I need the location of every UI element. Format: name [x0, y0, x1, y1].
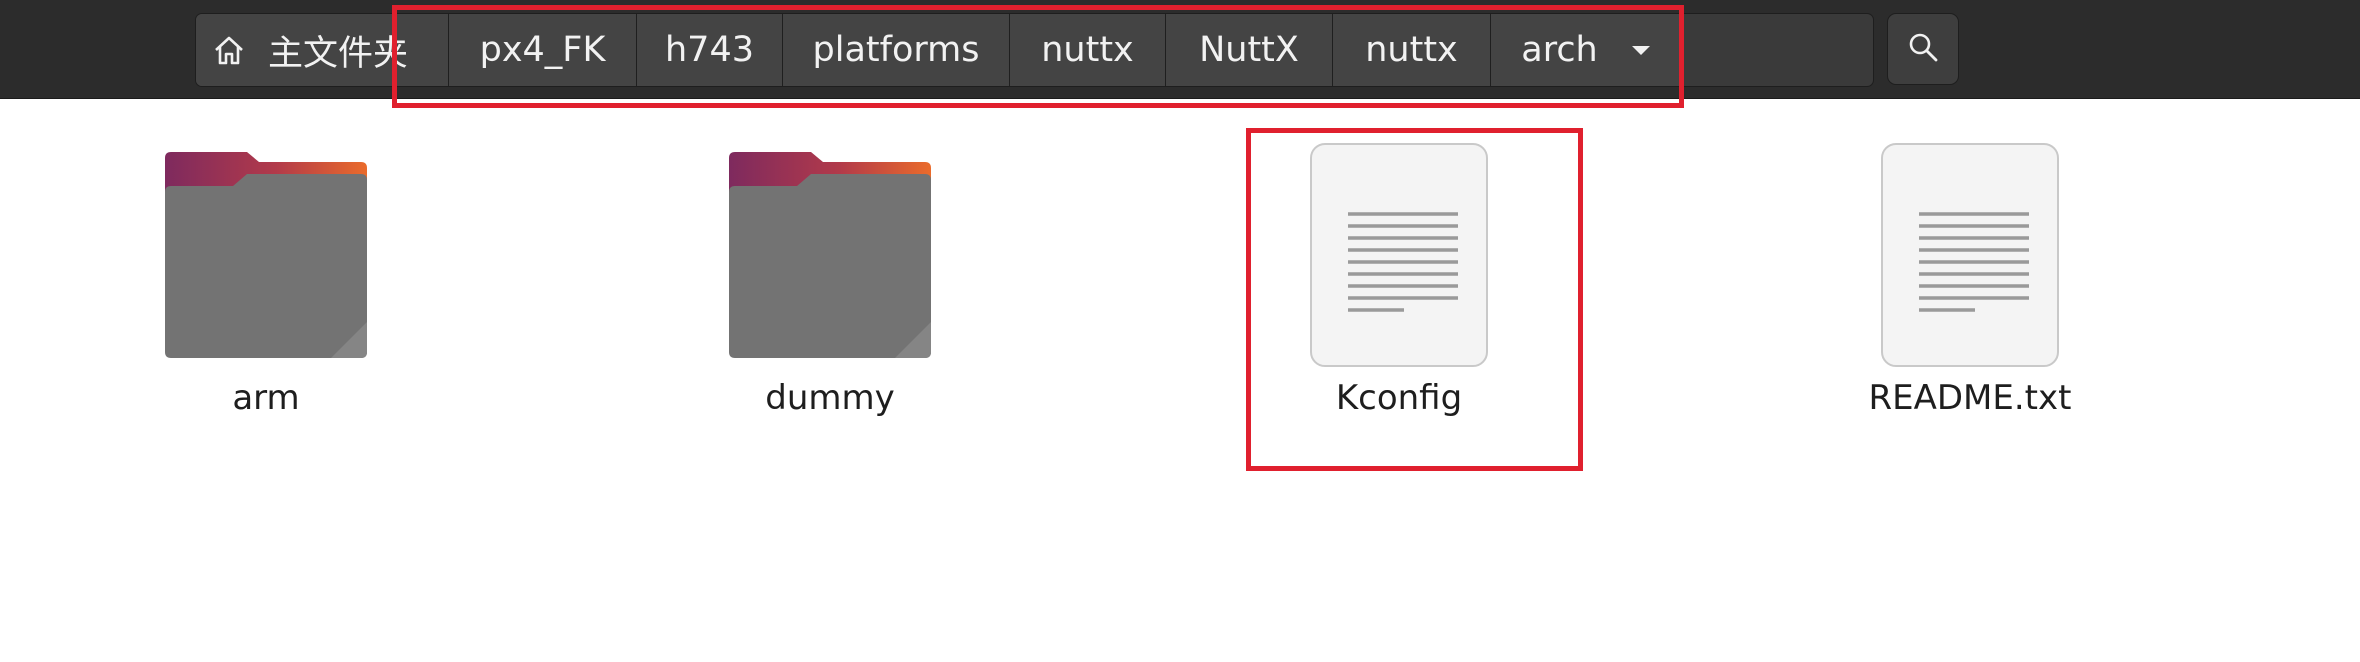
file-item-dummy[interactable]: dummy — [680, 138, 980, 418]
crumb-label: px4_FK — [479, 30, 606, 70]
crumb-home[interactable]: 主文件夹 — [196, 14, 449, 86]
text-document-icon — [1284, 138, 1514, 368]
crumb-NuttX[interactable]: NuttX — [1166, 14, 1333, 86]
crumb-h743[interactable]: h743 — [637, 14, 783, 86]
crumb-label: h743 — [665, 30, 754, 70]
crumb-px4-fk[interactable]: px4_FK — [449, 14, 637, 86]
file-item-kconfig[interactable]: Kconfig — [1249, 138, 1549, 418]
folder-icon — [151, 138, 381, 368]
search-icon — [1906, 30, 1940, 68]
text-document-icon — [1855, 138, 2085, 368]
crumb-label: nuttx — [1041, 30, 1134, 70]
crumb-label: arch — [1521, 30, 1598, 70]
header-bar: 主文件夹 px4_FK h743 platforms nuttx NuttX n… — [0, 0, 2360, 99]
crumb-label: 主文件夹 — [268, 33, 409, 74]
search-button[interactable] — [1887, 13, 1959, 85]
file-item-arm[interactable]: arm — [116, 138, 416, 418]
crumb-platforms[interactable]: platforms — [783, 14, 1010, 86]
file-name: README.txt — [1868, 378, 2072, 418]
breadcrumb: 主文件夹 px4_FK h743 platforms nuttx NuttX n… — [195, 13, 1874, 87]
file-name: Kconfig — [1335, 378, 1463, 418]
crumb-label: NuttX — [1199, 30, 1299, 70]
crumb-nuttx-2[interactable]: nuttx — [1333, 14, 1491, 86]
crumb-label: platforms — [812, 30, 980, 70]
home-icon — [212, 33, 246, 67]
crumb-nuttx[interactable]: nuttx — [1010, 14, 1166, 86]
crumb-label: nuttx — [1365, 30, 1458, 70]
file-name: arm — [232, 378, 300, 418]
chevron-down-icon[interactable] — [1631, 45, 1650, 55]
folder-icon — [715, 138, 945, 368]
file-item-readme[interactable]: README.txt — [1820, 138, 2120, 418]
crumb-arch[interactable]: arch — [1491, 14, 1681, 86]
file-name: dummy — [765, 378, 895, 418]
